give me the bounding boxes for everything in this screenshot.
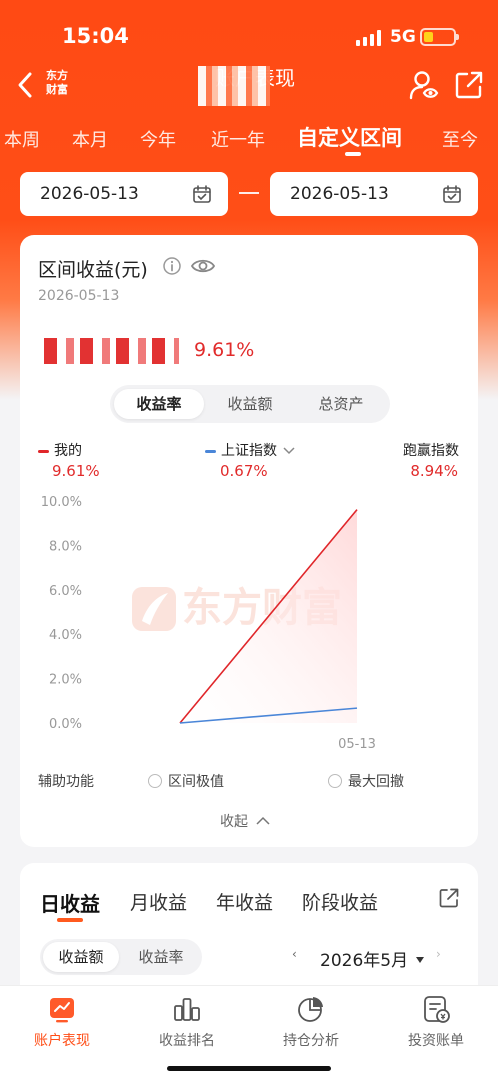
- return-amount-mask: [44, 338, 179, 364]
- tab-yearly-income[interactable]: 年收益: [216, 888, 273, 915]
- aux-label: 辅助功能: [38, 774, 94, 790]
- y-tick-label: 0.0%: [49, 717, 82, 732]
- y-tick-label: 2.0%: [49, 673, 82, 688]
- legend-index-value: 0.67%: [220, 462, 268, 480]
- network-label: 5G: [390, 27, 416, 47]
- legend-beat-value: 8.94%: [410, 462, 458, 480]
- y-tick-label: 6.0%: [49, 584, 82, 599]
- tab-to-date[interactable]: 至今: [442, 126, 478, 152]
- card-title: 区间收益(元): [38, 259, 148, 281]
- start-date-text: 2026-05-13: [40, 184, 139, 204]
- legend-index[interactable]: 上证指数: [205, 440, 295, 460]
- caret-down-icon: [415, 957, 424, 963]
- return-percent: 9.61%: [194, 339, 255, 361]
- battery-icon: [420, 28, 459, 46]
- account-name-mask: [198, 66, 270, 106]
- radio-circle: [328, 774, 342, 788]
- tab-stage-income[interactable]: 阶段收益: [302, 888, 378, 915]
- tab-this-month[interactable]: 本月: [72, 126, 108, 152]
- y-tick-label: 4.0%: [49, 628, 82, 643]
- tab-custom-range[interactable]: 自定义区间: [297, 122, 402, 152]
- income-sub-toggle: 收益额 收益率: [40, 939, 202, 975]
- bill-icon: [424, 996, 450, 1023]
- range-return-card: 区间收益(元) 2026-05-13 9.61% 收益率 收益额 总资产 我的 …: [20, 235, 478, 847]
- income-tab-indicator: [57, 918, 83, 922]
- tab-this-year[interactable]: 今年: [140, 126, 176, 152]
- metric-assets-option[interactable]: 总资产: [296, 389, 386, 419]
- x-tick-label: 05-13: [338, 737, 376, 752]
- status-bar: 15:04 5G: [0, 0, 498, 62]
- chevron-down-icon: [283, 447, 295, 455]
- brand-logo: 东方 财富: [46, 69, 68, 96]
- metric-amount-option[interactable]: 收益额: [205, 389, 295, 419]
- month-prev-icon[interactable]: ‹: [292, 947, 297, 961]
- eye-icon[interactable]: [190, 254, 216, 278]
- bottom-tab-bill[interactable]: 投资账单: [386, 994, 486, 1050]
- pie-icon: [298, 997, 323, 1022]
- radio-circle: [148, 774, 162, 788]
- active-tab-indicator: [345, 152, 361, 156]
- export-icon[interactable]: [438, 887, 460, 909]
- range-extreme-radio[interactable]: 区间极值: [148, 771, 224, 791]
- sub-amount-option[interactable]: 收益额: [43, 942, 119, 972]
- max-drawdown-radio[interactable]: 最大回撤: [328, 771, 404, 791]
- card-date: 2026-05-13: [38, 288, 120, 304]
- back-icon[interactable]: [12, 70, 40, 100]
- end-date-text: 2026-05-13: [290, 184, 389, 204]
- bottom-tab-ranking[interactable]: 收益排名: [137, 994, 237, 1050]
- calendar-icon: [193, 185, 211, 203]
- collapse-button[interactable]: 收起: [220, 811, 270, 831]
- month-next-icon[interactable]: ›: [436, 947, 441, 961]
- home-indicator: [167, 1066, 331, 1071]
- tab-last-year[interactable]: 近一年: [211, 126, 265, 152]
- y-tick-label: 10.0%: [41, 495, 82, 510]
- end-date-picker[interactable]: 2026-05-13: [270, 172, 478, 216]
- chevron-up-icon: [256, 816, 270, 825]
- info-icon[interactable]: [162, 256, 182, 276]
- legend-beat-index: 跑赢指数: [403, 443, 459, 459]
- status-time: 15:04: [62, 24, 129, 48]
- nav-header: 东方 财富 账户表现: [0, 62, 498, 110]
- bottom-tab-account[interactable]: 账户表现: [12, 994, 112, 1050]
- period-tabs: 本周 本月 今年 近一年 自定义区间 至今: [0, 118, 498, 158]
- sub-rate-option[interactable]: 收益率: [123, 942, 199, 972]
- bottom-tab-holdings[interactable]: 持仓分析: [261, 994, 361, 1050]
- share-icon[interactable]: [454, 70, 484, 100]
- start-date-picker[interactable]: 2026-05-13: [20, 172, 228, 216]
- calendar-icon: [443, 185, 461, 203]
- tab-this-week[interactable]: 本周: [4, 126, 40, 152]
- y-tick-label: 8.0%: [49, 539, 82, 554]
- date-range-separator: [239, 192, 259, 194]
- metric-rate-option[interactable]: 收益率: [114, 389, 204, 419]
- tab-monthly-income[interactable]: 月收益: [130, 888, 187, 915]
- profile-eye-icon[interactable]: [408, 69, 440, 101]
- tab-daily-income[interactable]: 日收益: [40, 888, 100, 917]
- legend-mine-value: 9.61%: [52, 462, 100, 480]
- ranking-icon: [174, 998, 200, 1021]
- signal-icon: [356, 28, 382, 46]
- chart-icon: [50, 998, 74, 1023]
- metric-toggle: 收益率 收益额 总资产: [110, 385, 390, 423]
- legend-mine: 我的: [38, 440, 82, 460]
- month-selector[interactable]: 2026年5月: [320, 946, 424, 971]
- return-chart: 东方财富 10.0%8.0%6.0%4.0%2.0%0.0% 05-13: [41, 495, 376, 752]
